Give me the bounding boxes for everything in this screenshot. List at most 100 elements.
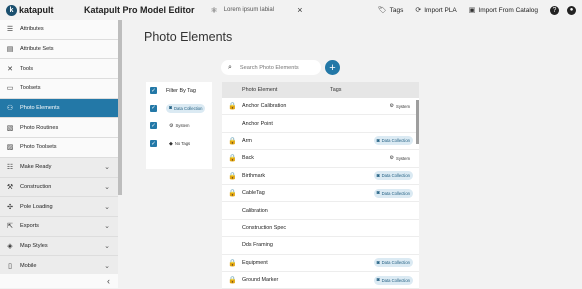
import-pla-button[interactable]: ⟳ Import PLA: [415, 6, 457, 15]
sidebar-group-make-ready[interactable]: ☷ Make Ready ⌄: [0, 157, 118, 178]
filter-no-tags-row[interactable]: ✓ ◆ No Tags: [146, 135, 212, 153]
photo-folder-icon: ▨: [6, 144, 14, 152]
tag-chip-label: Data Collection: [381, 277, 410, 283]
document-tab[interactable]: ⚛ Lorem ipsum labial ×: [211, 5, 303, 15]
pole-icon: ✣: [7, 203, 13, 211]
camera-icon: ◙: [376, 277, 380, 284]
tags-button[interactable]: 🏷 Tags: [378, 6, 404, 15]
sidebar-item-label: Pole Loading: [20, 203, 53, 210]
photo-element-name: Ground Marker: [242, 277, 279, 284]
sidebar-group-construction[interactable]: ⚒ Construction ⌄: [0, 177, 118, 198]
table-row[interactable]: Construction Spec: [222, 220, 419, 238]
gear-icon: ⚙: [169, 122, 174, 129]
filter-all-row[interactable]: ✓ Filter By Tag: [146, 82, 212, 100]
add-photo-element-button[interactable]: +: [325, 60, 340, 75]
lock-icon: 🔒: [228, 277, 237, 285]
lock-icon: 🔒: [228, 103, 237, 111]
checklist-icon: ☷: [6, 164, 14, 172]
lock-icon: 🔒: [228, 137, 237, 145]
tag-chip-system: ⚙ System: [166, 121, 193, 131]
logo: k katapult: [6, 4, 76, 16]
table-row[interactable]: 🔒 Ground Marker ◙ Data Collection: [222, 272, 419, 289]
filter-system-checkbox[interactable]: ✓: [150, 122, 157, 130]
filter-no-tags-checkbox[interactable]: ✓: [150, 140, 157, 148]
sidebar-item-photo-toolsets[interactable]: ▨ Photo Toolsets: [0, 138, 118, 158]
table-row[interactable]: 🔒 CableTag ◙ Data Collection: [222, 185, 419, 203]
hammer-icon: ⚒: [6, 183, 14, 191]
tag-chip-label: System: [175, 123, 190, 129]
photo-element-name: Dds Framing: [242, 242, 273, 249]
filter-all-checkbox[interactable]: ✓: [150, 87, 157, 95]
sidebar-item-label: Attributes: [20, 26, 44, 33]
chevron-down-icon: ⌄: [104, 262, 110, 270]
sidebar-collapse-button[interactable]: ‹: [0, 274, 118, 288]
avatar[interactable]: ●: [567, 5, 576, 15]
table-row[interactable]: Dds Framing: [222, 237, 419, 255]
search-box[interactable]: ⌕: [221, 60, 321, 75]
page-title: Photo Elements: [144, 30, 233, 44]
sidebar-group-pole-loading[interactable]: ✣ Pole Loading ⌄: [0, 197, 118, 217]
photo-elements-table: Photo Element Tags 🔒 Anchor Calibration ⚙ S…: [222, 82, 419, 289]
import-pla-label: Import PLA: [424, 6, 457, 14]
sidebar-item-tools[interactable]: ✕ Tools: [0, 59, 118, 80]
sidebar-item-label: Make Ready: [20, 164, 52, 171]
lock-icon: 🔒: [228, 190, 237, 198]
tag-chip: ◙ Data Collection: [373, 275, 413, 285]
sidebar-item-label: Mobile: [20, 262, 37, 269]
photo-element-name: Arm: [242, 137, 252, 144]
close-icon[interactable]: ×: [297, 5, 302, 15]
sidebar-item-attribute-sets[interactable]: ▤ Attribute Sets: [0, 39, 118, 60]
filter-header: Filter By Tag: [166, 87, 196, 94]
sidebar-item-toolsets[interactable]: ▭ Toolsets: [0, 79, 118, 99]
table-row[interactable]: Anchor Point: [222, 115, 419, 133]
filter-data-collection-checkbox[interactable]: ✓: [150, 104, 157, 112]
tag-chip-label: Data Collection: [174, 105, 203, 111]
main-content: Photo Elements ⌕ + ✓ Filter By Tag ✓ ◙ D…: [122, 20, 582, 289]
sidebar-group-map-styles[interactable]: ◈ Map Styles ⌄: [0, 236, 118, 257]
sidebar-item-label: Attribute Sets: [20, 46, 54, 53]
photo-element-name: Birthmark: [242, 172, 266, 179]
sidebar-item-photo-elements[interactable]: ⚇ Photo Elements: [0, 98, 118, 119]
table-row[interactable]: 🔒 Arm ◙ Data Collection: [222, 133, 419, 151]
tag-chip: ◙ Data Collection: [373, 188, 413, 198]
gear-icon: ⚙: [389, 155, 395, 162]
help-icon[interactable]: ?: [550, 5, 559, 15]
camera-icon: ◙: [376, 137, 380, 144]
tag-chip-label: Data Collection: [381, 138, 410, 144]
sidebar-group-mobile[interactable]: ▯ Mobile ⌄: [0, 256, 118, 276]
tag-chip-label: System: [396, 103, 410, 109]
mobile-icon: ▯: [8, 262, 12, 270]
tag-chip: ◙ Data Collection: [373, 258, 413, 268]
table-row[interactable]: Calibration: [222, 202, 419, 220]
sync-icon: ⟳: [415, 7, 422, 14]
table-row[interactable]: 🔒 Anchor Calibration ⚙ System: [222, 98, 419, 116]
filter-data-collection-row[interactable]: ✓ ◙ Data Collection: [146, 100, 212, 118]
tags-button-label: Tags: [389, 6, 404, 14]
katapult-logo-icon: k: [6, 4, 17, 16]
photo-element-name: CableTag: [242, 190, 265, 197]
export-icon: ⇱: [7, 223, 13, 231]
tag-chip-label: System: [396, 155, 410, 161]
lock-icon: 🔒: [228, 172, 237, 180]
table-row[interactable]: 🔒 Birthmark ◙ Data Collection: [222, 168, 419, 185]
search-input[interactable]: [237, 63, 321, 72]
sidebar-item-attributes[interactable]: ☰ Attributes: [0, 20, 118, 40]
sidebar-item-photo-routines[interactable]: ▧ Photo Routines: [0, 118, 118, 139]
column-header-photo-element[interactable]: Photo Element: [242, 87, 277, 93]
table-row[interactable]: 🔒 Back ⚙ System: [222, 150, 419, 168]
folder-icon: ▤: [6, 46, 14, 54]
tag-chip-label: Data Collection: [381, 260, 410, 266]
table-scrollbar[interactable]: [416, 100, 419, 144]
sidebar-item-label: Exports: [20, 223, 39, 230]
table-row[interactable]: 🔒 Equipment ◙ Data Collection: [222, 255, 419, 272]
gear-icon: ⚙: [389, 103, 395, 110]
import-catalog-button[interactable]: ▣ Import From Catalog: [469, 6, 538, 15]
column-header-tags[interactable]: Tags: [330, 87, 341, 93]
filter-system-row[interactable]: ✓ ⚙ System: [146, 117, 212, 135]
sidebar-group-exports[interactable]: ⇱ Exports ⌄: [0, 216, 118, 237]
toolbar: 🏷 Tags ⟳ Import PLA ▣ Import From Catalo…: [366, 0, 576, 20]
photo-element-name: Construction Spec: [242, 224, 287, 231]
sidebar: ☰ Attributes ▤ Attribute Sets ✕ Tools ▭ …: [0, 20, 118, 288]
tag-chip-data-collection: ◙ Data Collection: [166, 103, 206, 113]
logo-text: katapult: [19, 5, 54, 15]
